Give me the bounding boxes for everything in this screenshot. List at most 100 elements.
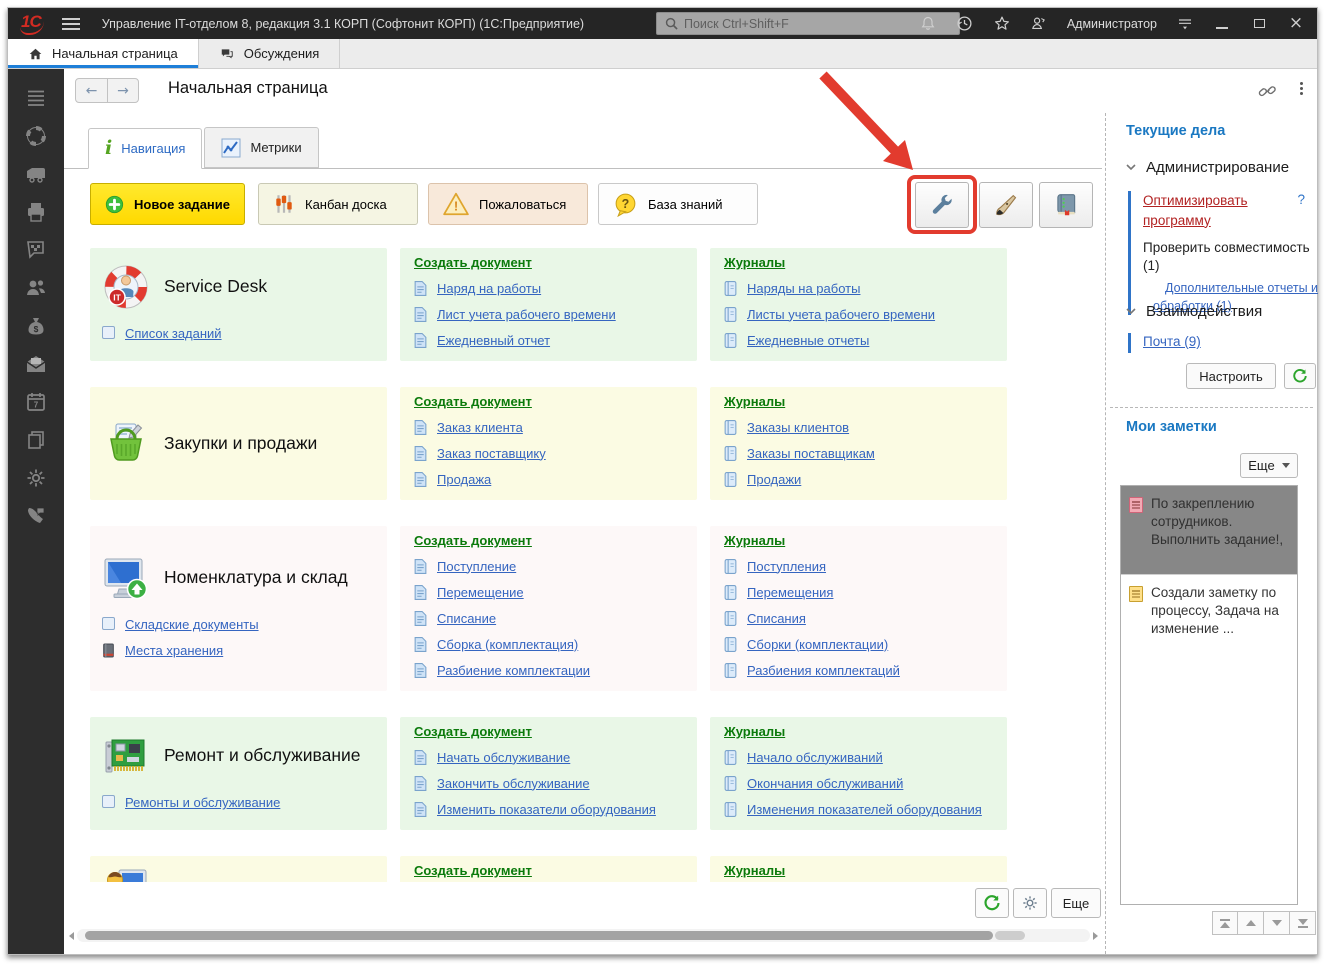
journals-item-link[interactable]: Окончания обслуживаний	[747, 776, 903, 791]
create-item-link[interactable]: Продажа	[437, 472, 491, 487]
move-down-button[interactable]	[1264, 911, 1290, 935]
tab-home-page[interactable]: Начальная страница	[8, 39, 199, 68]
settings-wrench-button[interactable]	[915, 182, 969, 228]
phone-support-icon[interactable]	[25, 505, 47, 527]
move-top-button[interactable]	[1212, 911, 1238, 935]
new-task-button[interactable]: Новое задание	[90, 183, 245, 225]
create-header-link[interactable]: Создать документ	[414, 255, 532, 275]
knowledge-base-button[interactable]: ? База знаний	[598, 183, 758, 225]
user-links-icon[interactable]	[1030, 15, 1048, 33]
money-bag-icon[interactable]: $	[25, 315, 47, 337]
check-compatibility-item[interactable]: Проверить совместимость (1)	[1143, 239, 1311, 274]
scroll-right-icon[interactable]	[1093, 932, 1098, 940]
create-header-link[interactable]: Создать документ	[414, 863, 532, 882]
delivery-van-icon[interactable]	[25, 163, 47, 185]
note-item-selected[interactable]: По закреплению сотрудников. Выполнить за…	[1121, 486, 1297, 574]
journals-header-link[interactable]: Журналы	[724, 394, 785, 414]
create-header-link[interactable]: Создать документ	[414, 724, 532, 744]
service-desk-lifebuoy-icon[interactable]	[25, 125, 47, 147]
journals-item-link[interactable]: Листы учета рабочего времени	[747, 307, 935, 322]
get-link-icon[interactable]	[1258, 82, 1277, 106]
minimize-icon[interactable]	[1213, 15, 1231, 33]
tasks-refresh-button[interactable]	[1284, 363, 1316, 389]
maximize-icon[interactable]	[1250, 15, 1268, 33]
refresh-button[interactable]	[975, 888, 1009, 918]
mail-link[interactable]: Почта (9)	[1143, 334, 1201, 349]
group-administration[interactable]: Администрирование	[1126, 159, 1289, 176]
move-up-button[interactable]	[1238, 911, 1264, 935]
section-link[interactable]: Список заданий	[125, 326, 222, 341]
tab-navigation[interactable]: i Навигация	[88, 128, 202, 169]
favorites-star-icon[interactable]	[993, 15, 1011, 33]
optimize-program-link[interactable]: Оптимизировать программу	[1143, 191, 1293, 230]
kanban-board-button[interactable]: Канбан доска	[258, 183, 418, 225]
configure-button[interactable]: Настроить	[1186, 363, 1276, 389]
journals-item-link[interactable]: Изменения показателей оборудования	[747, 802, 982, 817]
journals-item-link[interactable]: Заказы поставщикам	[747, 446, 875, 461]
create-item-link[interactable]: Наряд на работы	[437, 281, 541, 296]
mail-icon[interactable]	[25, 353, 47, 375]
more-button[interactable]: Еще	[1051, 888, 1101, 918]
scroll-left-icon[interactable]	[69, 932, 74, 940]
create-item-link[interactable]: Лист учета рабочего времени	[437, 307, 616, 322]
help-question-link[interactable]: ?	[1297, 192, 1305, 207]
journals-header-link[interactable]: Журналы	[724, 863, 785, 882]
journals-header-link[interactable]: Журналы	[724, 255, 785, 275]
service-panel-icon[interactable]	[1176, 15, 1194, 33]
create-item-link[interactable]: Заказ клиента	[437, 420, 523, 435]
journals-header-link[interactable]: Журналы	[724, 724, 785, 744]
create-item-link[interactable]: Начать обслуживание	[437, 750, 570, 765]
notifications-bell-icon[interactable]	[919, 15, 937, 33]
journals-item-link[interactable]: Продажи	[747, 472, 801, 487]
create-item-link[interactable]: Поступление	[437, 559, 516, 574]
journals-item-link[interactable]: Ежедневные отчеты	[747, 333, 869, 348]
settings-gear-button[interactable]	[1013, 888, 1047, 918]
horizontal-scrollbar[interactable]	[66, 929, 1101, 942]
journals-item-link[interactable]: Наряды на работы	[747, 281, 860, 296]
main-menu-icon[interactable]	[62, 18, 80, 30]
calendar-icon[interactable]: 7	[25, 391, 47, 413]
create-item-link[interactable]: Заказ поставщику	[437, 446, 546, 461]
back-button[interactable]: ←	[76, 79, 107, 102]
design-brush-button[interactable]	[979, 182, 1033, 228]
create-header-link[interactable]: Создать документ	[414, 533, 532, 553]
section-link[interactable]: Ремонты и обслуживание	[125, 795, 280, 810]
more-menu-kebab-icon[interactable]	[1294, 82, 1308, 100]
journals-item-link[interactable]: Разбиения комплектаций	[747, 663, 900, 678]
journals-item-link[interactable]: Заказы клиентов	[747, 420, 849, 435]
printer-icon[interactable]	[25, 201, 47, 223]
settings-gear-icon[interactable]	[25, 467, 47, 489]
move-bottom-button[interactable]	[1290, 911, 1316, 935]
journals-item-link[interactable]: Списания	[747, 611, 806, 626]
knowledge-book-button[interactable]	[1039, 182, 1093, 228]
tab-discussions[interactable]: Обсуждения	[199, 39, 341, 68]
complain-button[interactable]: ! Пожаловаться	[428, 183, 588, 225]
documents-icon[interactable]	[25, 429, 47, 451]
tab-metrics[interactable]: Метрики	[204, 127, 318, 168]
group-interactions[interactable]: Взаимодействия	[1126, 303, 1262, 320]
scrollbar-thumb[interactable]	[85, 931, 993, 940]
journals-item-link[interactable]: Начало обслуживаний	[747, 750, 883, 765]
notes-more-button[interactable]: Еще	[1240, 453, 1298, 478]
journals-header-link[interactable]: Журналы	[724, 533, 785, 553]
history-icon[interactable]	[956, 15, 974, 33]
create-item-link[interactable]: Сборка (комплектация)	[437, 637, 578, 652]
sections-menu-icon[interactable]	[25, 87, 47, 109]
note-item[interactable]: Создали заметку по процессу, Задача на и…	[1121, 574, 1297, 658]
journals-item-link[interactable]: Сборки (комплектации)	[747, 637, 888, 652]
users-icon[interactable]	[25, 277, 47, 299]
section-link[interactable]: Складские документы	[125, 617, 259, 632]
create-item-link[interactable]: Закончить обслуживание	[437, 776, 590, 791]
create-item-link[interactable]: Изменить показатели оборудования	[437, 802, 656, 817]
journals-item-link[interactable]: Поступления	[747, 559, 826, 574]
global-search-input[interactable]: Поиск Ctrl+Shift+F	[656, 12, 960, 35]
create-header-link[interactable]: Создать документ	[414, 394, 532, 414]
close-icon[interactable]: ×	[1287, 15, 1305, 33]
create-item-link[interactable]: Списание	[437, 611, 496, 626]
forward-button[interactable]: →	[107, 79, 138, 102]
current-user[interactable]: Администратор	[1067, 17, 1157, 31]
projects-flag-icon[interactable]	[25, 239, 47, 261]
section-link[interactable]: Места хранения	[125, 643, 223, 658]
journals-item-link[interactable]: Перемещения	[747, 585, 833, 600]
create-item-link[interactable]: Перемещение	[437, 585, 524, 600]
